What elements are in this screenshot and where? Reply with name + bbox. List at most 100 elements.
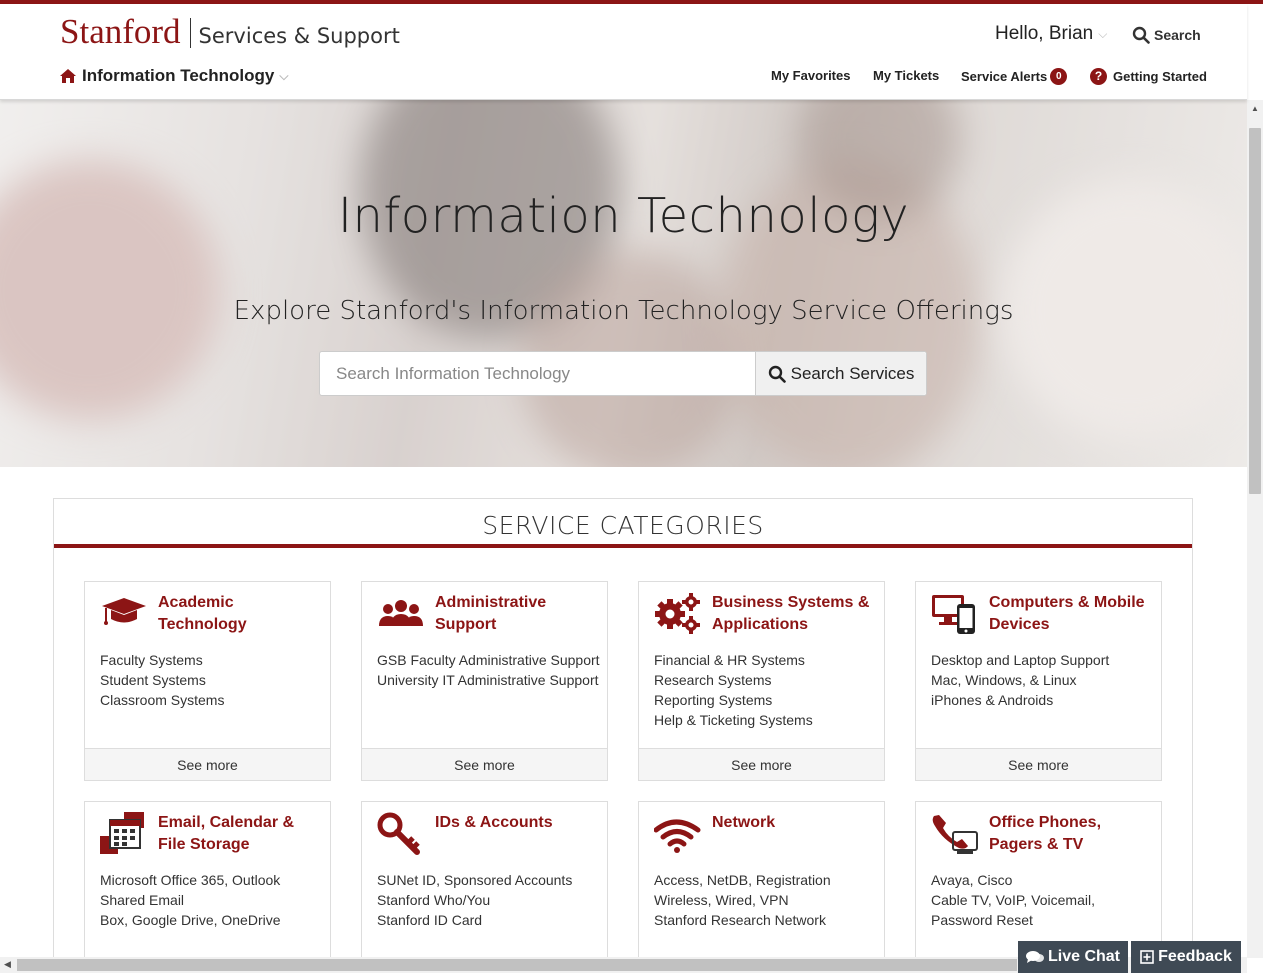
- list-item[interactable]: Avaya, Cisco: [931, 870, 1146, 890]
- search-icon: [1132, 26, 1150, 44]
- vertical-scroll-thumb[interactable]: [1249, 128, 1261, 494]
- card-title: Business Systems & Applications: [712, 594, 870, 633]
- see-more-button[interactable]: See more: [362, 748, 607, 780]
- category-card-administrative-support[interactable]: Administrative Support GSB Faculty Admin…: [361, 581, 608, 781]
- header-search-button[interactable]: Search: [1132, 26, 1201, 44]
- chevron-down-icon: ⌵: [279, 68, 289, 83]
- alerts-count-badge: 0: [1050, 68, 1068, 85]
- graduation-cap-icon: [102, 598, 146, 625]
- search-services-button[interactable]: Search Services: [755, 352, 926, 395]
- card-title: Administrative Support: [435, 594, 547, 633]
- card-header: Academic Technology: [100, 592, 320, 636]
- phone-icon: [932, 815, 978, 854]
- hero-search-bar: Search Services: [319, 351, 927, 396]
- list-item[interactable]: Stanford Research Network: [654, 910, 831, 930]
- calendar-files-icon: [100, 812, 144, 854]
- hero-banner: Information Technology Explore Stanford'…: [0, 100, 1247, 467]
- hero-overlay: [0, 100, 1247, 467]
- list-item[interactable]: SUNet ID, Sponsored Accounts: [377, 870, 572, 890]
- card-item-list: GSB Faculty Administrative Support Unive…: [377, 650, 600, 690]
- card-header: Office Phones, Pagers & TV: [931, 812, 1151, 856]
- list-item[interactable]: iPhones & Androids: [931, 690, 1109, 710]
- see-more-button[interactable]: See more: [916, 748, 1161, 780]
- horizontal-scroll-thumb[interactable]: [17, 959, 1017, 971]
- card-title: Office Phones, Pagers & TV: [989, 814, 1102, 853]
- hero-title: Information Technology: [337, 188, 910, 244]
- chat-bubbles-icon: [1025, 951, 1044, 963]
- list-item[interactable]: Classroom Systems: [100, 690, 224, 710]
- card-item-list: Access, NetDB, Registration Wireless, Wi…: [654, 870, 831, 930]
- list-item[interactable]: Stanford ID Card: [377, 910, 572, 930]
- card-item-list: Microsoft Office 365, Outlook Shared Ema…: [100, 870, 281, 930]
- hero-search-input[interactable]: [320, 352, 755, 395]
- category-card-email-calendar[interactable]: Email, Calendar & File Storage Microsoft…: [84, 801, 331, 973]
- list-item[interactable]: Access, NetDB, Registration: [654, 870, 831, 890]
- card-header: Administrative Support: [377, 592, 597, 636]
- category-card-computers-mobile[interactable]: Computers & Mobile Devices Desktop and L…: [915, 581, 1162, 781]
- chevron-down-icon: ⌵: [1098, 26, 1108, 41]
- department-label: Information Technology: [82, 66, 275, 85]
- service-alerts-label: Service Alerts: [961, 69, 1048, 84]
- greeting: Hello, Brian: [995, 23, 1094, 44]
- list-item[interactable]: Research Systems: [654, 670, 813, 690]
- list-item[interactable]: Shared Email: [100, 890, 281, 910]
- hero-subtitle: Explore Stanford's Information Technolog…: [233, 296, 1014, 326]
- brand-subtitle: Services & Support: [198, 24, 400, 48]
- brand-stanford: Stanford: [60, 12, 181, 51]
- nav-my-favorites[interactable]: My Favorites: [771, 68, 850, 83]
- category-card-academic-technology[interactable]: Academic Technology Faculty Systems Stud…: [84, 581, 331, 781]
- card-item-list: Desktop and Laptop Support Mac, Windows,…: [931, 650, 1109, 710]
- vertical-scrollbar[interactable]: ▲: [1247, 100, 1263, 958]
- see-more-button[interactable]: See more: [639, 748, 884, 780]
- list-item[interactable]: Box, Google Drive, OneDrive: [100, 910, 281, 930]
- list-item[interactable]: Microsoft Office 365, Outlook: [100, 870, 281, 890]
- card-title: IDs & Accounts: [435, 814, 553, 831]
- key-icon: [377, 812, 420, 855]
- nav-service-alerts[interactable]: Service Alerts 0: [961, 68, 1068, 85]
- scroll-left-arrow-icon[interactable]: ◀: [4, 959, 11, 970]
- card-item-list: Faculty Systems Student Systems Classroo…: [100, 650, 224, 710]
- live-chat-label: Live Chat: [1047, 948, 1120, 965]
- list-item[interactable]: Financial & HR Systems: [654, 650, 813, 670]
- list-item[interactable]: Desktop and Laptop Support: [931, 650, 1109, 670]
- department-selector[interactable]: Information Technology ⌵: [60, 66, 288, 86]
- list-item[interactable]: Stanford Who/You: [377, 890, 572, 910]
- wifi-icon: [654, 819, 701, 853]
- plus-square-icon: [1140, 950, 1154, 964]
- category-card-ids-accounts[interactable]: IDs & Accounts SUNet ID, Sponsored Accou…: [361, 801, 608, 973]
- list-item[interactable]: Reporting Systems: [654, 690, 813, 710]
- list-item[interactable]: Help & Ticketing Systems: [654, 710, 813, 730]
- card-header: Network: [654, 812, 874, 856]
- card-title: Email, Calendar & File Storage: [158, 814, 295, 853]
- see-more-button[interactable]: See more: [85, 748, 330, 780]
- category-card-business-systems[interactable]: Business Systems & Applications Financia…: [638, 581, 885, 781]
- list-item[interactable]: University IT Administrative Support: [377, 670, 600, 690]
- scroll-up-arrow-icon[interactable]: ▲: [1251, 104, 1259, 113]
- brand-divider: [189, 18, 191, 48]
- list-item[interactable]: Mac, Windows, & Linux: [931, 670, 1109, 690]
- list-item[interactable]: Student Systems: [100, 670, 224, 690]
- header-search-label: Search: [1154, 27, 1201, 43]
- list-item[interactable]: Faculty Systems: [100, 650, 224, 670]
- question-circle-icon: ?: [1090, 68, 1107, 85]
- card-title: Computers & Mobile Devices: [989, 594, 1145, 633]
- live-chat-button[interactable]: Live Chat: [1018, 941, 1128, 973]
- site-header: Stanford Services & Support Information …: [0, 4, 1247, 100]
- service-categories-heading: SERVICE CATEGORIES: [54, 499, 1192, 548]
- nav-my-tickets[interactable]: My Tickets: [873, 68, 939, 83]
- gears-icon: [655, 593, 700, 634]
- nav-getting-started[interactable]: ? Getting Started: [1090, 68, 1207, 85]
- category-card-network[interactable]: Network Access, NetDB, Registration Wire…: [638, 801, 885, 973]
- search-services-label: Search Services: [790, 363, 915, 383]
- card-header: Email, Calendar & File Storage: [100, 812, 320, 856]
- feedback-button[interactable]: Feedback: [1131, 941, 1241, 973]
- list-item[interactable]: Cable TV, VoIP, Voicemail, Password Rese…: [931, 890, 1146, 930]
- list-item[interactable]: GSB Faculty Administrative Support: [377, 650, 600, 670]
- card-title: Academic Technology: [158, 594, 247, 633]
- getting-started-label: Getting Started: [1113, 69, 1207, 84]
- card-item-list: Financial & HR Systems Research Systems …: [654, 650, 813, 730]
- brand-logo[interactable]: Stanford Services & Support: [60, 14, 400, 50]
- list-item[interactable]: Wireless, Wired, VPN: [654, 890, 831, 910]
- card-header: Computers & Mobile Devices: [931, 592, 1151, 636]
- user-menu[interactable]: Hello, Brian ⌵: [995, 23, 1107, 45]
